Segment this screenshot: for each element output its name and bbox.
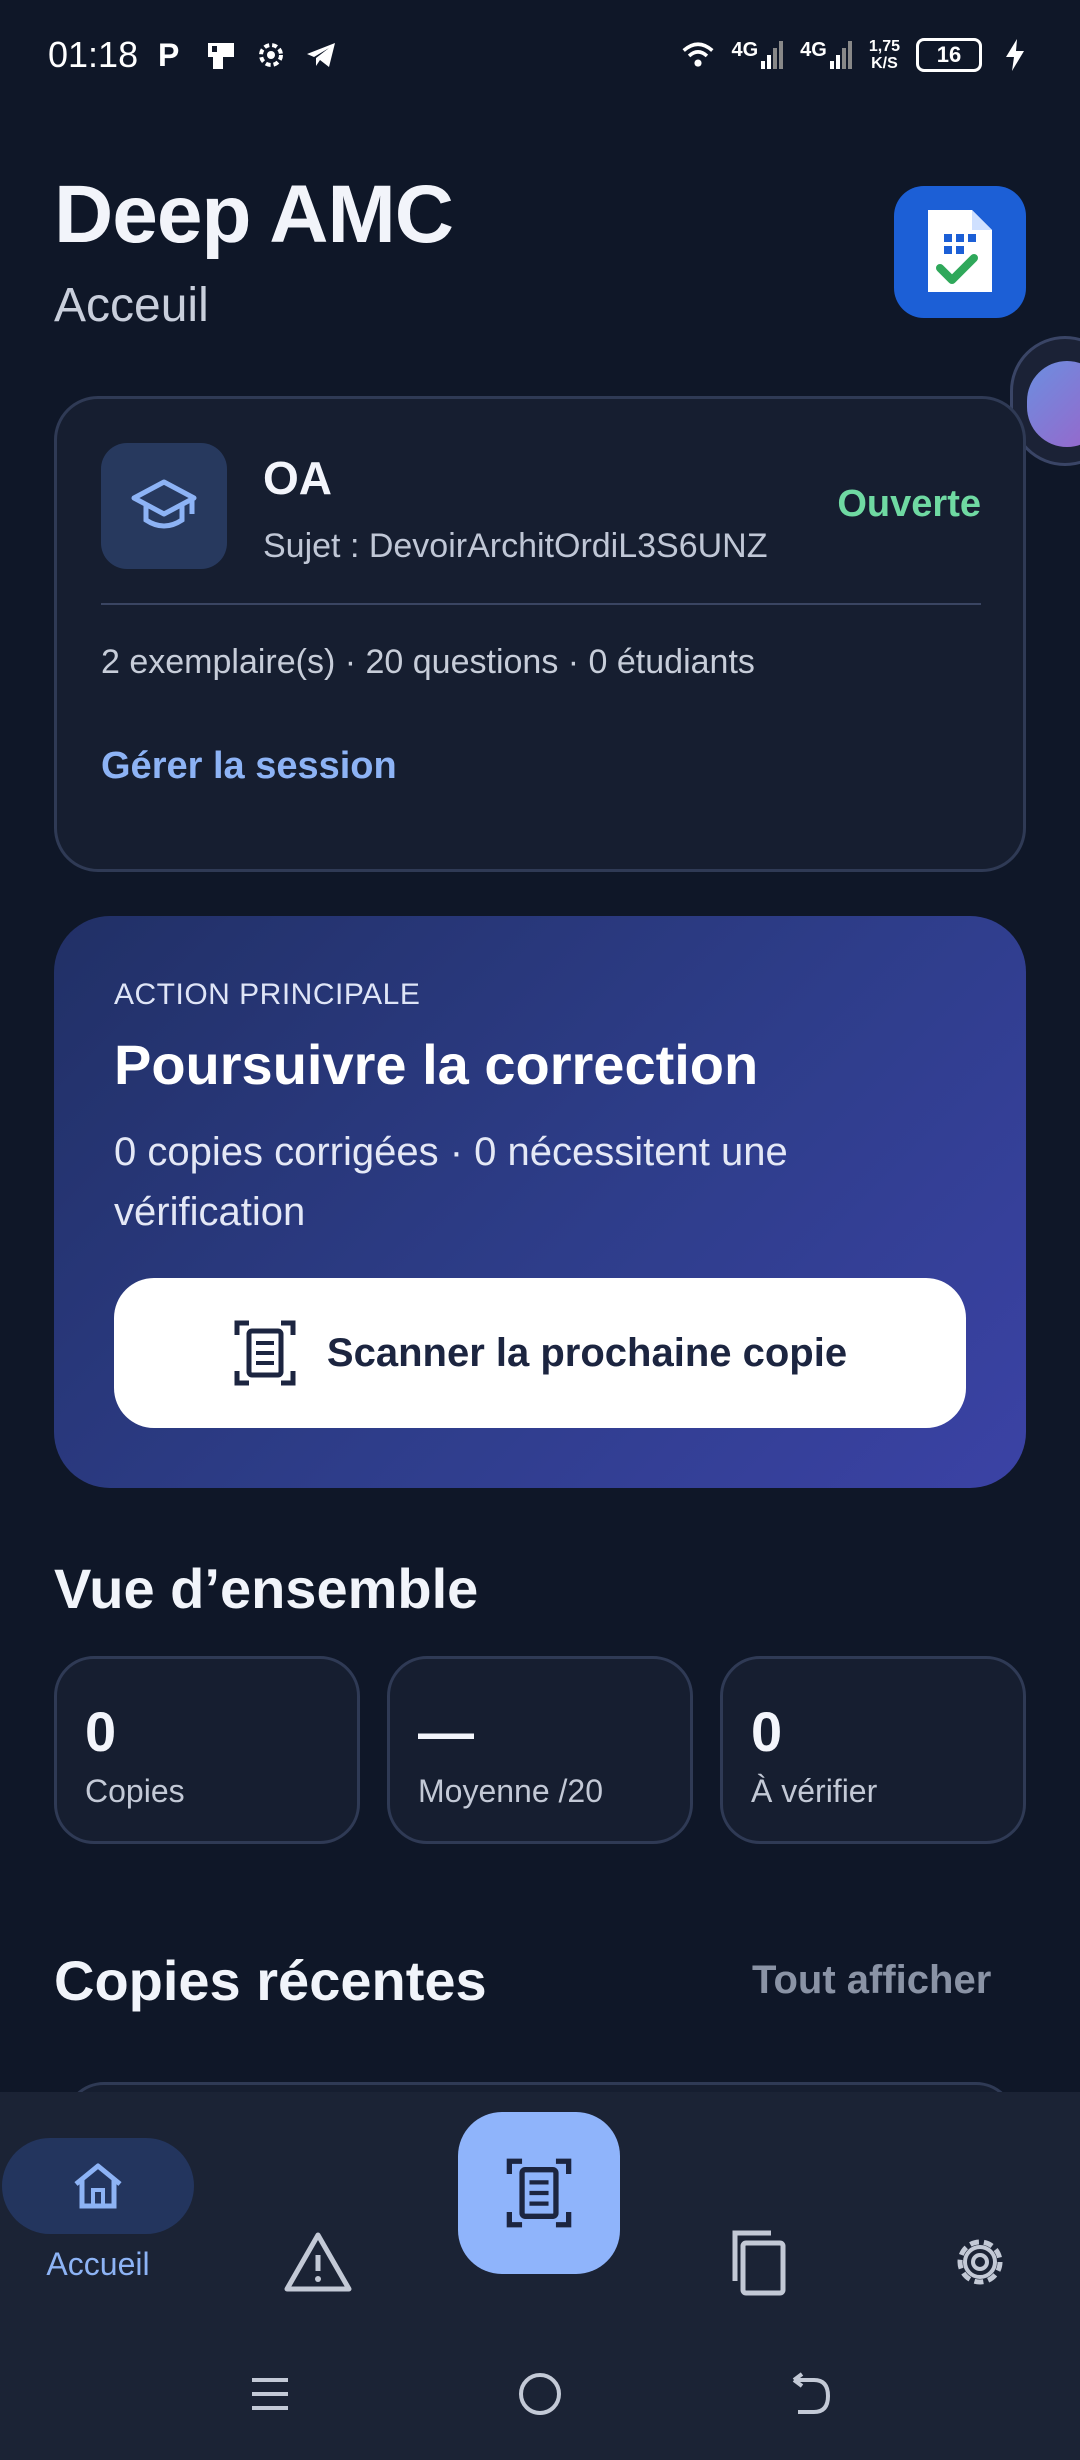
page-subtitle: Acceuil <box>54 279 209 332</box>
network-speed: 1,75 K/S <box>869 38 900 72</box>
action-kicker: ACTION PRINCIPALE <box>114 978 421 1011</box>
stat-card-to-verify[interactable]: 0 À vérifier <box>720 1656 1026 1844</box>
stat-card-copies[interactable]: 0 Copies <box>54 1656 360 1844</box>
stat-label: Moyenne /20 <box>418 1773 604 1809</box>
recent-copies-title: Copies récentes <box>54 1949 487 2012</box>
divider <box>101 603 981 605</box>
wifi-icon <box>681 38 715 72</box>
system-home-button[interactable] <box>500 2354 580 2434</box>
show-all-link[interactable]: Tout afficher <box>752 1958 991 2003</box>
status-right: 4G 4G 1,75 K/S 16 <box>681 38 1032 72</box>
warning-icon <box>284 2232 352 2292</box>
svg-text:P: P <box>158 38 179 72</box>
document-check-icon <box>928 210 992 292</box>
copies-icon <box>732 2230 786 2296</box>
app-title: Deep AMC <box>54 169 454 260</box>
app-logo-button[interactable] <box>894 186 1026 318</box>
scan-next-copy-button[interactable]: Scanner la prochaine copie <box>114 1278 966 1428</box>
session-stats: 2 exemplaire(s) · 20 questions · 0 étudi… <box>101 643 755 681</box>
notification-icon <box>204 38 238 72</box>
status-bar: 01:18 P 4G 4G 1,75 K/S 16 <box>0 0 1080 110</box>
primary-action-card: ACTION PRINCIPALE Poursuivre la correcti… <box>54 916 1026 1488</box>
session-name: OA <box>263 452 332 504</box>
overview-title: Vue d’ensemble <box>54 1557 479 1620</box>
nav-home-button[interactable] <box>2 2138 194 2234</box>
action-description: 0 copies corrigées · 0 nécessitent une v… <box>114 1130 788 1234</box>
signal-icon <box>829 41 852 69</box>
system-menu-button[interactable] <box>230 2354 310 2434</box>
stat-label: À vérifier <box>751 1773 878 1809</box>
stat-card-average[interactable]: — Moyenne /20 <box>387 1656 693 1844</box>
charging-icon <box>998 38 1032 72</box>
session-subject: Sujet : DevoirArchitOrdiL3S6UNZ <box>263 527 768 565</box>
stat-value: 0 <box>751 1700 783 1763</box>
nav-scan-button[interactable] <box>458 2112 620 2274</box>
nav-home-label[interactable]: Accueil <box>0 2246 196 2283</box>
signal-icon <box>761 41 784 69</box>
telegram-icon <box>304 38 338 72</box>
manage-session-link[interactable]: Gérer la session <box>101 745 397 788</box>
battery-icon: 16 <box>916 38 982 72</box>
nav-alerts-button[interactable] <box>268 2212 368 2312</box>
session-status-badge: Ouverte <box>837 483 981 525</box>
scan-icon <box>506 2158 572 2228</box>
session-icon-container <box>101 443 227 569</box>
speed-unit: K/S <box>871 55 898 72</box>
home-icon <box>74 2163 122 2209</box>
stat-value: — <box>418 1700 474 1763</box>
system-back-button[interactable] <box>770 2354 850 2434</box>
home-circle-icon <box>519 2373 561 2415</box>
status-left: 01:18 P <box>48 34 338 76</box>
parking-icon: P <box>154 38 188 72</box>
nav-copies-button[interactable] <box>708 2212 808 2312</box>
settings-icon <box>957 2239 1003 2285</box>
network-2-label: 4G <box>800 39 827 61</box>
settings-cog-icon <box>254 38 288 72</box>
stat-value: 0 <box>85 1700 117 1763</box>
action-title: Poursuivre la correction <box>114 1033 759 1096</box>
document-scan-icon <box>234 1320 296 1386</box>
network-1: 4G <box>731 39 784 71</box>
session-card: OA Sujet : DevoirArchitOrdiL3S6UNZ Ouver… <box>54 396 1026 872</box>
scan-next-copy-label: Scanner la prochaine copie <box>326 1330 848 1375</box>
nav-settings-button[interactable] <box>930 2212 1030 2312</box>
network-2: 4G <box>800 39 853 71</box>
battery-level: 16 <box>936 42 962 67</box>
assistant-icon <box>1027 361 1080 447</box>
network-1-label: 4G <box>731 39 759 61</box>
speed-value: 1,75 <box>868 38 900 55</box>
graduation-cap-icon <box>131 479 197 529</box>
status-time: 01:18 <box>48 34 139 75</box>
stat-label: Copies <box>85 1773 185 1809</box>
menu-icon <box>252 2378 288 2410</box>
back-icon <box>792 2372 831 2414</box>
